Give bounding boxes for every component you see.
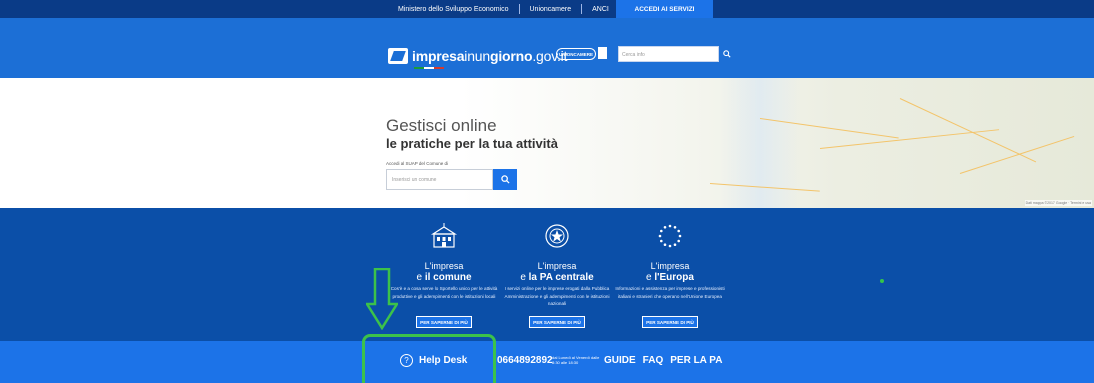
town-hall-icon	[430, 223, 458, 248]
accedi-servizi-button[interactable]: ACCEDI AI SERVIZI	[616, 0, 713, 18]
service-title-line1: L'impresa	[424, 261, 464, 271]
map-road	[899, 98, 1037, 163]
site-logo[interactable]: impresainungiorno.gov.it	[388, 48, 568, 69]
footer-link-guide[interactable]: GUIDE	[604, 355, 636, 366]
search-button[interactable]	[719, 46, 735, 62]
footer-bar: ? Help Desk 0664892892 dal Lunedì al Ven…	[0, 341, 1094, 383]
service-title-line1: L'impresa	[537, 261, 577, 271]
service-title-line2: e l'Europa	[646, 272, 694, 283]
comune-search-button[interactable]	[493, 169, 517, 190]
help-desk-hours: dal Lunedì al Venerdì dalle 8:30 alle 18…	[552, 355, 600, 365]
comune-search-input[interactable]: Inserisci un comune	[386, 169, 493, 190]
italian-emblem-icon	[545, 224, 569, 248]
eu-stars-icon	[658, 224, 682, 248]
map-road	[959, 135, 1075, 174]
hero-title: Gestisci online	[386, 116, 497, 135]
service-description: I servizi online per le imprese erogati …	[504, 286, 610, 306]
footer-link-per-la-pa[interactable]: PER LA PA	[670, 355, 722, 366]
top-link-mise[interactable]: Ministero dello Sviluppo Economico	[388, 6, 519, 13]
search-icon	[723, 50, 731, 58]
logo-text: impresainungiorno.gov.it	[412, 48, 568, 64]
service-description: Informazioni e assistenza per imprese e …	[615, 286, 725, 299]
hero-subtitle: le pratiche per la tua attività	[386, 136, 558, 151]
map-credit: Dati mappa ©2017 Google · Termini e usa	[1024, 200, 1092, 206]
top-link-anci[interactable]: ANCI	[582, 6, 619, 13]
hero-section: Dati mappa ©2017 Google · Termini e usa …	[0, 78, 1094, 208]
unioncamere-logo[interactable]: UNIONCAMERE	[556, 48, 596, 60]
header-search-input[interactable]: Cerca info	[618, 46, 719, 62]
service-title-line2: e la PA centrale	[520, 272, 594, 283]
building-icon	[598, 47, 607, 59]
learn-more-button[interactable]: PER SAPERNE DI PIÙ	[416, 316, 472, 328]
footer-nav: GUIDE FAQ PER LA PA	[604, 355, 722, 366]
green-dot-marker	[880, 279, 884, 283]
search-icon	[500, 175, 510, 184]
top-bar: Ministero dello Sviluppo Economico Union…	[0, 0, 1094, 18]
logo-mark-icon	[388, 48, 408, 64]
learn-more-button[interactable]: PER SAPERNE DI PIÙ	[642, 316, 698, 328]
top-links: Ministero dello Sviluppo Economico Union…	[388, 0, 619, 18]
services-section: L'impresa e il comune Cos'è e a cosa ser…	[0, 208, 1094, 341]
top-link-unioncamere[interactable]: Unioncamere	[520, 6, 582, 13]
footer-link-faq[interactable]: FAQ	[643, 355, 664, 366]
help-desk-phone[interactable]: 0664892892	[497, 355, 553, 366]
suap-label: Accedi al SUAP del Comune di	[386, 161, 448, 166]
service-title-line2: e il comune	[416, 272, 472, 283]
site-header: impresainungiorno.gov.it	[0, 18, 1094, 78]
annotation-arrow-icon	[366, 268, 398, 330]
learn-more-button[interactable]: PER SAPERNE DI PIÙ	[529, 316, 585, 328]
tricolor-underline	[414, 67, 444, 69]
service-title-line1: L'impresa	[650, 261, 690, 271]
service-description: Cos'è e a cosa serve lo Sportello unico …	[390, 286, 498, 299]
annotation-highlight-box	[362, 334, 496, 383]
